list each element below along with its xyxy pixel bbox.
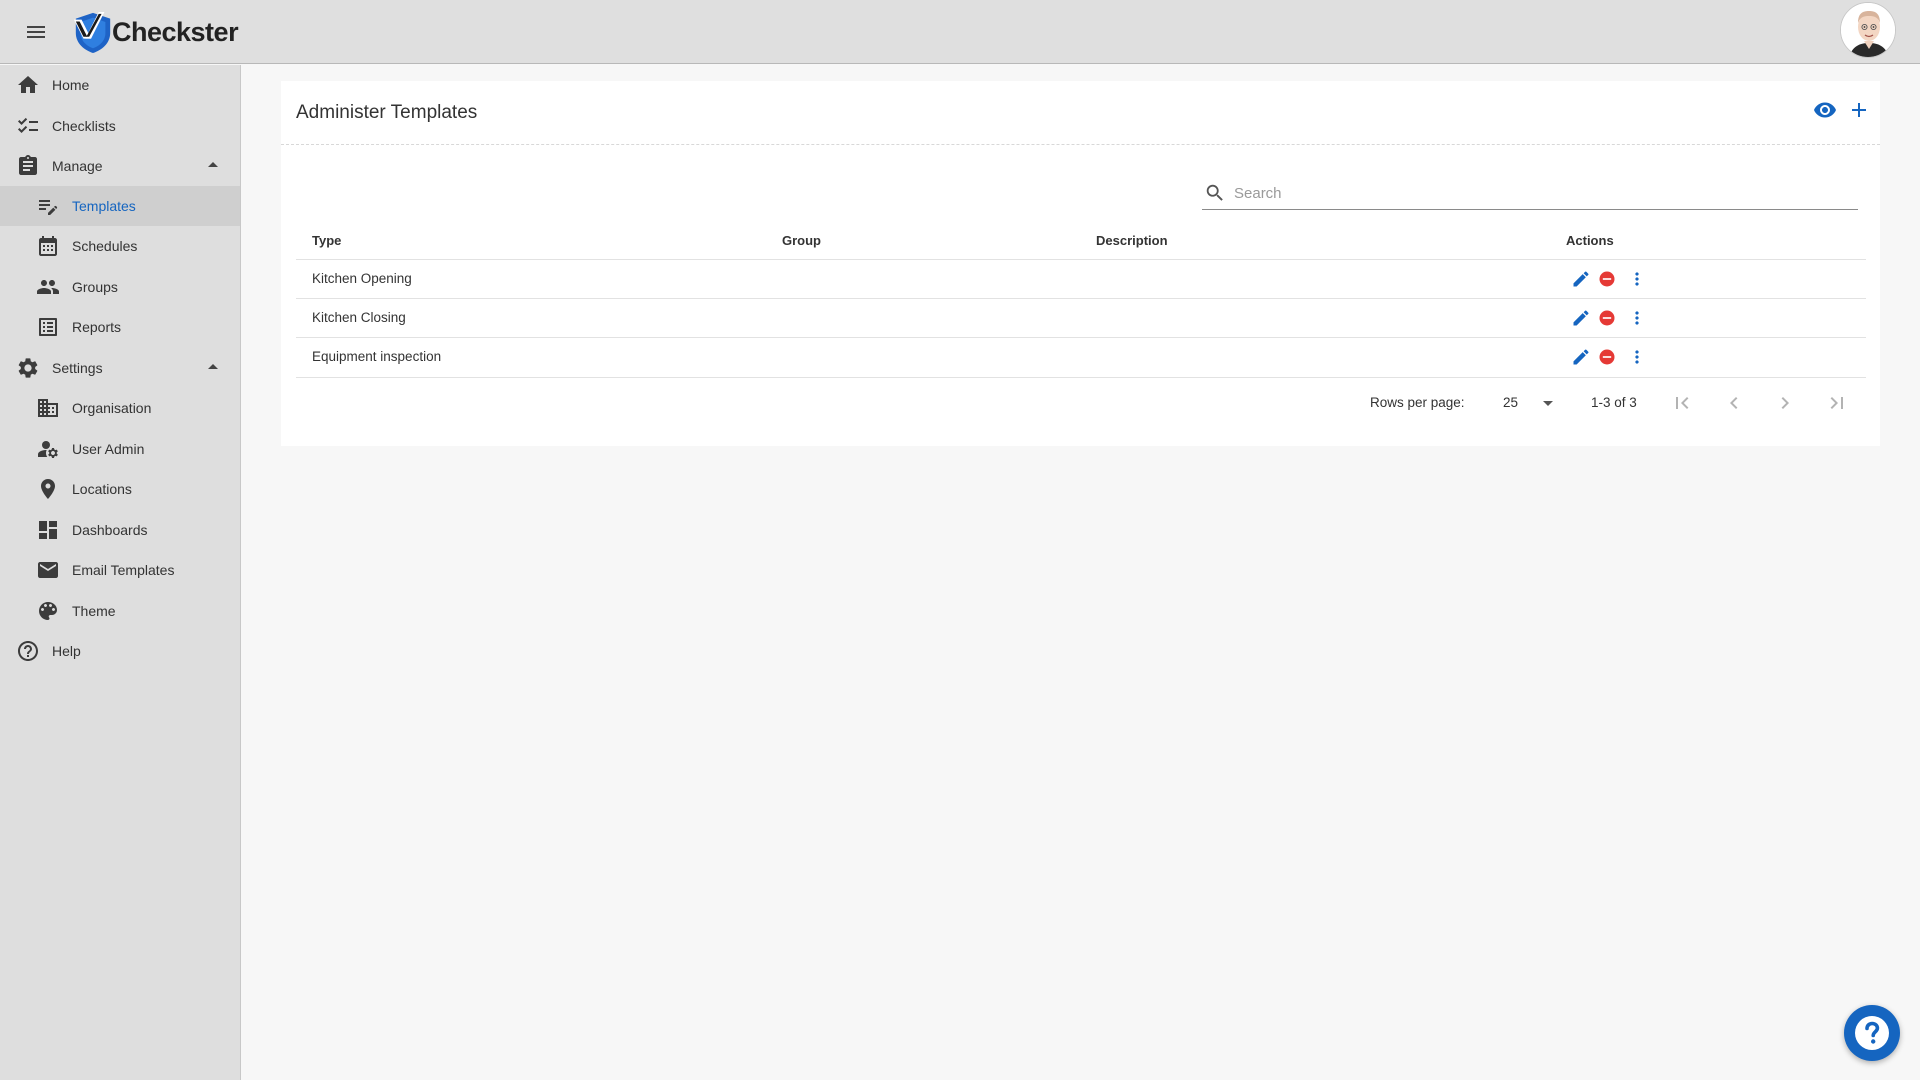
search-field xyxy=(1202,178,1858,210)
calendar-icon xyxy=(36,234,60,258)
sidebar-item-home[interactable]: Home xyxy=(0,65,240,105)
help-circle-icon xyxy=(16,639,40,663)
sidebar-item-label: Organisation xyxy=(72,400,152,416)
column-header-type[interactable]: Type xyxy=(312,233,341,248)
question-mark-icon xyxy=(1855,1016,1889,1050)
templates-card: Administer Templates Type Group Descript… xyxy=(281,81,1880,446)
previous-page-icon[interactable] xyxy=(1722,391,1746,415)
rows-per-page-label: Rows per page: xyxy=(1370,395,1465,410)
rows-per-page-value: 25 xyxy=(1503,395,1519,410)
manage-accounts-icon xyxy=(36,437,60,461)
checkster-logo-icon xyxy=(73,11,111,53)
hamburger-menu-icon[interactable] xyxy=(22,20,50,44)
table-row[interactable]: Kitchen Closing xyxy=(296,298,1866,337)
gear-icon xyxy=(16,356,40,380)
sidebar-item-label: Manage xyxy=(52,158,103,174)
top-app-bar: Checkster xyxy=(0,0,1920,64)
sidebar-item-reports[interactable]: Reports xyxy=(0,307,240,347)
search-input[interactable] xyxy=(1234,180,1834,206)
sidebar-item-schedules[interactable]: Schedules xyxy=(0,226,240,266)
help-fab-button[interactable] xyxy=(1844,1005,1900,1061)
sidebar-item-label: Theme xyxy=(72,603,116,619)
sidebar-item-theme[interactable]: Theme xyxy=(0,591,240,631)
delete-icon[interactable] xyxy=(1597,269,1617,289)
sidebar-item-checklists[interactable]: Checklists xyxy=(0,106,240,146)
header-divider xyxy=(281,144,1880,145)
dashboard-icon xyxy=(36,518,60,542)
table-row[interactable]: Equipment inspection xyxy=(296,337,1866,376)
sidebar-item-label: Help xyxy=(52,643,81,659)
edit-icon[interactable] xyxy=(1571,347,1591,367)
mail-icon xyxy=(36,558,60,582)
edit-note-icon xyxy=(36,194,60,218)
sidebar-item-settings[interactable]: Settings xyxy=(0,348,240,388)
sidebar-item-label: Email Templates xyxy=(72,562,175,578)
sidebar-item-label: Home xyxy=(52,77,90,93)
clipboard-icon xyxy=(16,154,40,178)
column-header-actions: Actions xyxy=(1566,233,1614,248)
sidebar-item-manage[interactable]: Manage xyxy=(0,146,240,186)
cell-type: Kitchen Opening xyxy=(312,271,412,286)
sidebar-item-label: Checklists xyxy=(52,118,116,134)
people-icon xyxy=(36,275,60,299)
sidebar-item-label: Settings xyxy=(52,360,103,376)
sidebar-item-locations[interactable]: Locations xyxy=(0,469,240,509)
table-bottom-divider xyxy=(296,377,1866,378)
checklist-icon xyxy=(16,114,40,138)
more-vert-icon[interactable] xyxy=(1627,347,1647,367)
sidebar-item-label: Schedules xyxy=(72,238,138,254)
collapse-caret-icon[interactable] xyxy=(208,364,218,369)
sidebar-item-label: Dashboards xyxy=(72,522,148,538)
app-logo[interactable]: Checkster xyxy=(72,10,239,54)
search-icon xyxy=(1204,182,1226,204)
sidebar-item-label: Templates xyxy=(72,198,136,214)
sidebar-item-user-admin[interactable]: User Admin xyxy=(0,429,240,469)
last-page-icon[interactable] xyxy=(1825,391,1849,415)
sidebar-item-label: Groups xyxy=(72,279,118,295)
first-page-icon[interactable] xyxy=(1670,391,1694,415)
sidebar-item-label: User Admin xyxy=(72,441,145,457)
more-vert-icon[interactable] xyxy=(1627,308,1647,328)
delete-icon[interactable] xyxy=(1597,347,1617,367)
sidebar-item-templates[interactable]: Templates xyxy=(0,186,240,226)
cell-type: Equipment inspection xyxy=(312,349,442,364)
rows-per-page-select[interactable]: 25 xyxy=(1493,387,1563,417)
dropdown-arrow-icon xyxy=(1543,401,1553,406)
cell-type: Kitchen Closing xyxy=(312,310,406,325)
sidebar-item-organisation[interactable]: Organisation xyxy=(0,388,240,428)
building-icon xyxy=(36,396,60,420)
next-page-icon[interactable] xyxy=(1773,391,1797,415)
sidebar-item-help[interactable]: Help xyxy=(0,631,240,671)
add-icon[interactable] xyxy=(1847,98,1871,122)
delete-icon[interactable] xyxy=(1597,308,1617,328)
palette-icon xyxy=(36,599,60,623)
sidebar-item-label: Locations xyxy=(72,481,132,497)
sidebar-nav: Home Checklists Manage Templates Schedul… xyxy=(0,65,241,1080)
collapse-caret-icon[interactable] xyxy=(208,162,218,167)
home-icon xyxy=(16,73,40,97)
page-title: Administer Templates xyxy=(296,102,478,123)
table-row[interactable]: Kitchen Opening xyxy=(296,259,1866,298)
sidebar-item-groups[interactable]: Groups xyxy=(0,267,240,307)
sidebar-item-label: Reports xyxy=(72,319,122,335)
location-pin-icon xyxy=(36,477,60,501)
edit-icon[interactable] xyxy=(1571,269,1591,289)
user-avatar[interactable] xyxy=(1840,2,1896,58)
app-name: Checkster xyxy=(112,16,239,47)
eye-icon[interactable] xyxy=(1813,98,1837,122)
sidebar-item-email-templates[interactable]: Email Templates xyxy=(0,550,240,590)
column-header-description[interactable]: Description xyxy=(1096,233,1168,248)
list-alt-icon xyxy=(36,315,60,339)
more-vert-icon[interactable] xyxy=(1627,269,1647,289)
column-header-group[interactable]: Group xyxy=(782,233,821,248)
sidebar-item-dashboards[interactable]: Dashboards xyxy=(0,510,240,550)
edit-icon[interactable] xyxy=(1571,308,1591,328)
pagination-range: 1-3 of 3 xyxy=(1591,395,1637,410)
